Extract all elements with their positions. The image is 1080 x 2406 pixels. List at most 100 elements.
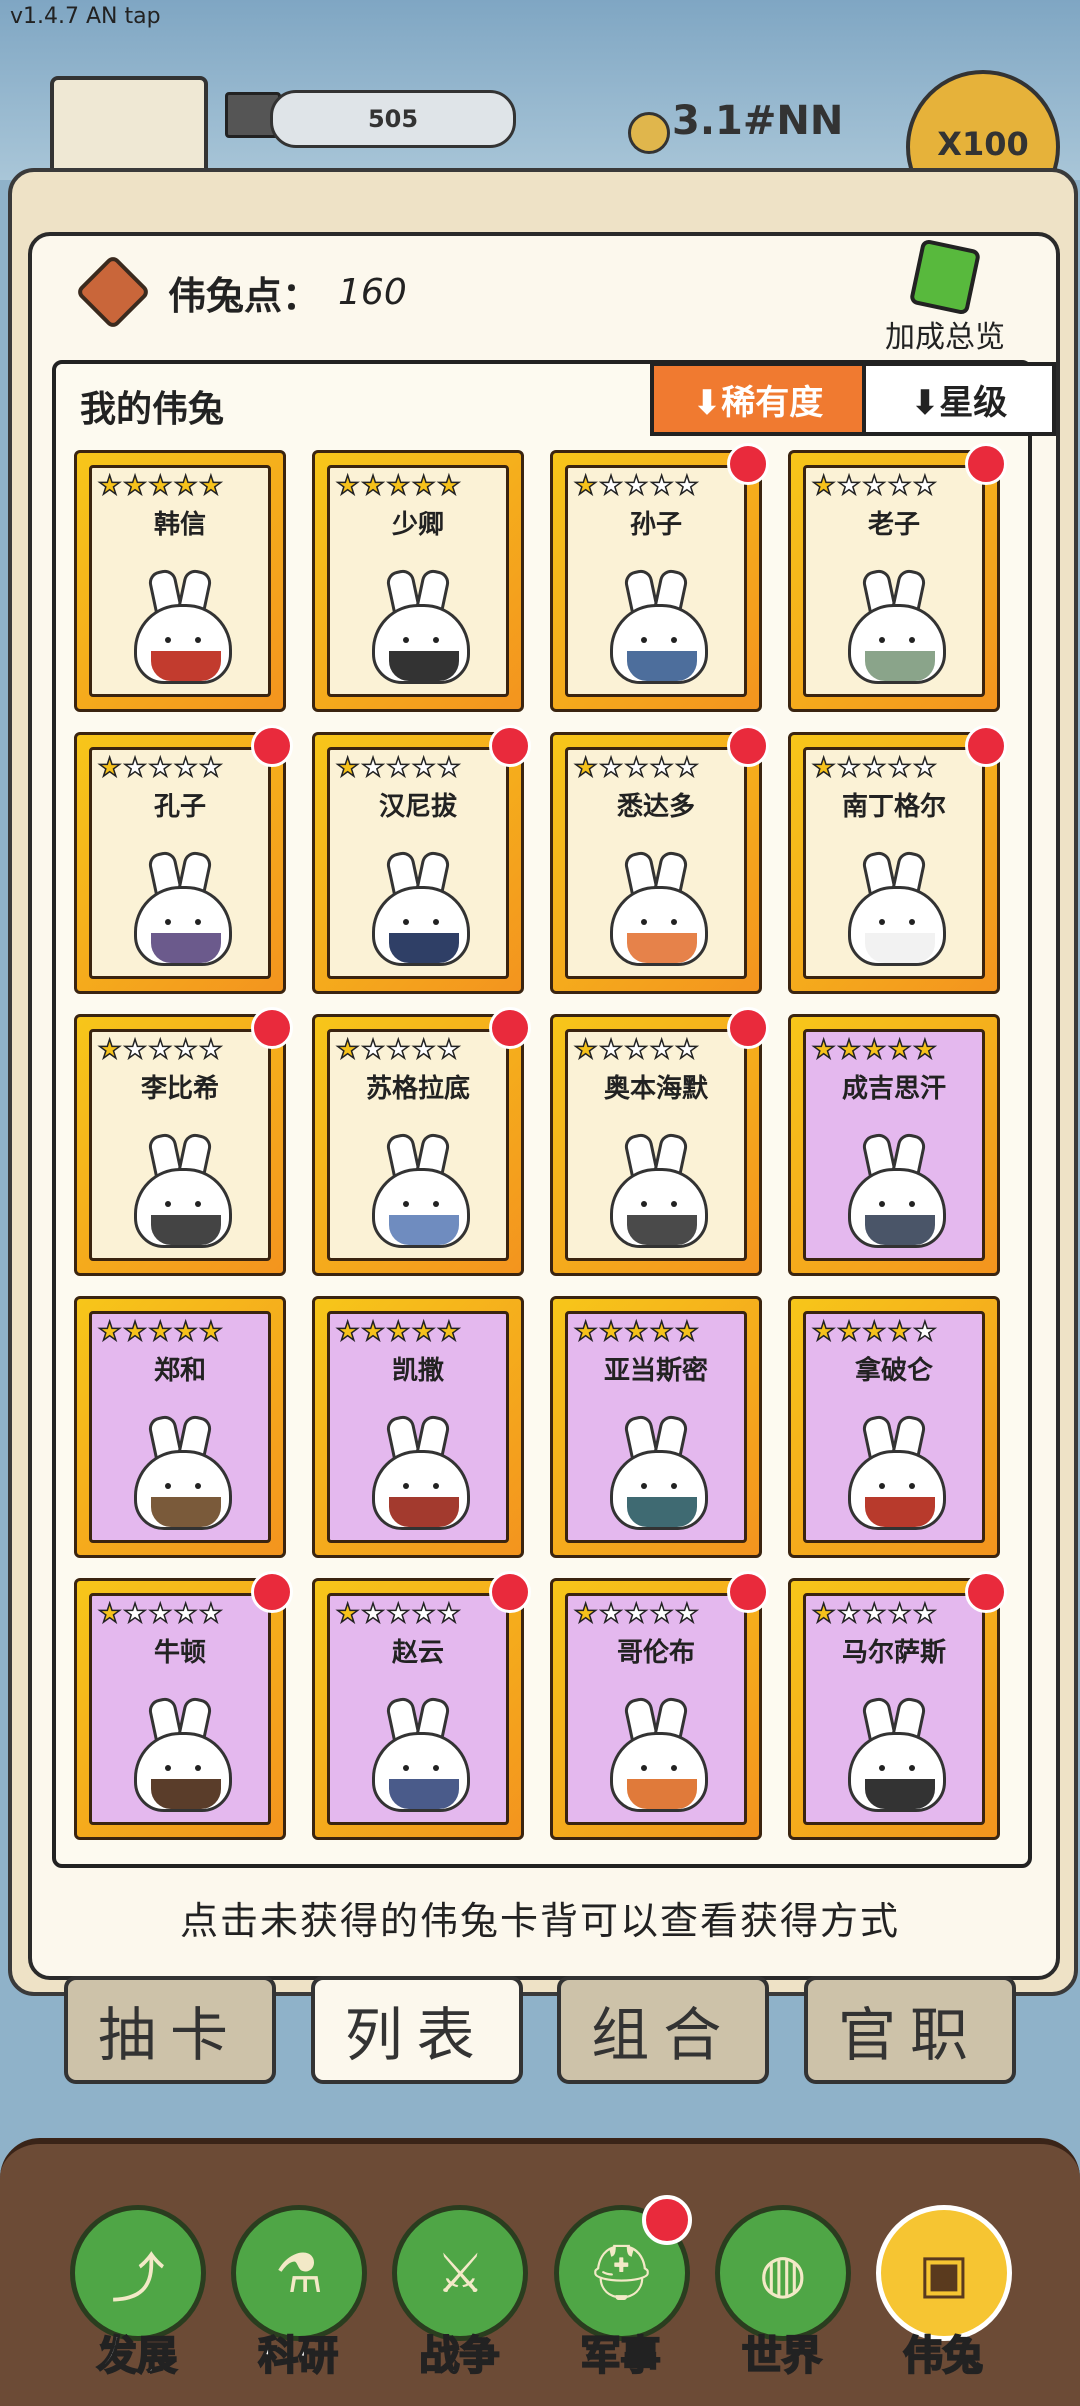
tab-3[interactable]: 官职 — [803, 1976, 1016, 2084]
star-icon: ★ — [411, 1317, 436, 1347]
nav-item-0[interactable]: ⤴ 发展 — [70, 2205, 206, 2381]
bunny-character-illustration — [128, 1131, 232, 1248]
hero-card[interactable]: ★ ★ ★ ★ ★ 老子 — [788, 443, 1007, 712]
hero-card[interactable]: ★ ★ ★ ★ ★ 汉尼拔 — [312, 725, 531, 994]
hero-card[interactable]: ★ ★ ★ ★ ★ 郑和 — [74, 1296, 286, 1558]
card-face: ★ ★ ★ ★ ★ 奥本海默 — [565, 1029, 747, 1261]
notification-dot — [965, 443, 1007, 485]
card-face: ★ ★ ★ ★ ★ 郑和 — [89, 1311, 271, 1543]
card-face: ★ ★ ★ ★ ★ 拿破仑 — [803, 1311, 985, 1543]
star-icon: ★ — [436, 1035, 461, 1065]
hero-card[interactable]: ★ ★ ★ ★ ★ 拿破仑 — [788, 1296, 1000, 1558]
star-icon: ★ — [123, 1599, 148, 1629]
hero-card[interactable]: ★ ★ ★ ★ ★ 哥伦布 — [550, 1571, 769, 1840]
star-icon: ★ — [912, 1035, 937, 1065]
nav-item-5[interactable]: ▣ 伟兔 — [875, 2205, 1012, 2381]
star-icon: ★ — [198, 471, 223, 501]
hero-card[interactable]: ★ ★ ★ ★ ★ 孙子 — [550, 443, 769, 712]
hero-card[interactable]: ★ ★ ★ ★ ★ 李比希 — [74, 1007, 293, 1276]
hero-card[interactable]: ★ ★ ★ ★ ★ 韩信 — [74, 450, 286, 712]
tab-2[interactable]: 组合 — [557, 1976, 770, 2084]
card-face: ★ ★ ★ ★ ★ 赵云 — [327, 1593, 509, 1825]
star-icon: ★ — [198, 1317, 223, 1347]
star-icon: ★ — [386, 1317, 411, 1347]
card-name: 孔子 — [153, 792, 206, 822]
card-name: 悉达多 — [616, 792, 695, 822]
card-face: ★ ★ ★ ★ ★ 凯撒 — [327, 1311, 509, 1543]
bonus-overview-label: 加成总览 — [885, 320, 1005, 355]
star-icon: ★ — [599, 1035, 624, 1065]
bunny-character-illustration — [842, 567, 946, 684]
nav-label: 战争 — [418, 2332, 500, 2380]
star-rating: ★ ★ ★ ★ ★ — [811, 471, 937, 501]
points-label: 伟兔点： — [168, 273, 321, 318]
star-rating: ★ ★ ★ ★ ★ — [811, 753, 937, 783]
star-icon: ★ — [599, 753, 624, 783]
bunny-character-illustration — [128, 1695, 232, 1812]
star-rating: ★ ★ ★ ★ ★ — [573, 471, 699, 501]
star-icon: ★ — [361, 1317, 386, 1347]
star-rating: ★ ★ ★ ★ ★ — [573, 753, 699, 783]
card-face: ★ ★ ★ ★ ★ 马尔萨斯 — [803, 1593, 985, 1825]
star-icon: ★ — [436, 753, 461, 783]
nav-item-2[interactable]: ⚔ 战争 — [392, 2205, 529, 2381]
hero-card[interactable]: ★ ★ ★ ★ ★ 少卿 — [312, 450, 524, 712]
star-icon: ★ — [361, 471, 386, 501]
notification-dot — [727, 1007, 769, 1049]
nav-item-3[interactable]: ⛑ 军事 — [553, 2195, 692, 2381]
star-icon: ★ — [148, 753, 173, 783]
hero-card[interactable]: ★ ★ ★ ★ ★ 凯撒 — [312, 1296, 524, 1558]
notification-dot — [727, 725, 769, 767]
section-title: 我的伟兔 — [80, 389, 225, 430]
hero-card[interactable]: ★ ★ ★ ★ ★ 苏格拉底 — [312, 1007, 531, 1276]
card-name: 马尔萨斯 — [841, 1638, 946, 1668]
card-face: ★ ★ ★ ★ ★ 成吉思汗 — [803, 1029, 985, 1261]
hero-card[interactable]: ★ ★ ★ ★ ★ 孔子 — [74, 725, 293, 994]
bonus-overview-button[interactable]: 加成总览 — [870, 238, 1020, 356]
hero-card[interactable]: ★ ★ ★ ★ ★ 奥本海默 — [550, 1007, 769, 1276]
card-face: ★ ★ ★ ★ ★ 苏格拉底 — [327, 1029, 509, 1261]
star-icon: ★ — [97, 1317, 122, 1347]
star-icon: ★ — [811, 471, 836, 501]
tab-1[interactable]: 列表 — [310, 1976, 523, 2084]
hero-card[interactable]: ★ ★ ★ ★ ★ 南丁格尔 — [788, 725, 1007, 994]
star-icon: ★ — [624, 1599, 649, 1629]
hero-card[interactable]: ★ ★ ★ ★ ★ 亚当斯密 — [550, 1296, 762, 1558]
card-name: 亚当斯密 — [603, 1356, 708, 1386]
bunny-character-illustration — [604, 1131, 708, 1248]
star-rating: ★ ★ ★ ★ ★ — [811, 1317, 937, 1347]
bunny-character-illustration — [366, 1695, 470, 1812]
nav-item-1[interactable]: ⚗ 科研 — [231, 2205, 368, 2381]
star-icon: ★ — [862, 1317, 887, 1347]
card-face: ★ ★ ★ ★ ★ 悉达多 — [565, 747, 747, 979]
star-icon: ★ — [837, 1317, 862, 1347]
star-icon: ★ — [573, 1035, 598, 1065]
star-icon: ★ — [649, 753, 674, 783]
star-icon: ★ — [198, 753, 223, 783]
hero-card[interactable]: ★ ★ ★ ★ ★ 悉达多 — [550, 725, 769, 994]
card-face: ★ ★ ★ ★ ★ 孙子 — [565, 465, 747, 697]
star-icon: ★ — [386, 471, 411, 501]
notification-dot — [489, 1571, 531, 1613]
nav-label: 世界 — [741, 2332, 823, 2380]
sort-star-button[interactable]: ⬇星级 — [866, 362, 1056, 436]
star-rating: ★ ★ ★ ★ ★ — [335, 471, 461, 501]
star-icon: ★ — [148, 1035, 173, 1065]
notification-dot — [641, 2195, 692, 2245]
tab-0[interactable]: 抽卡 — [64, 1976, 276, 2084]
card-name: 赵云 — [391, 1638, 444, 1668]
hero-card[interactable]: ★ ★ ★ ★ ★ 赵云 — [312, 1571, 531, 1840]
notification-dot — [965, 1571, 1007, 1613]
hero-card[interactable]: ★ ★ ★ ★ ★ 成吉思汗 — [788, 1014, 1000, 1276]
card-name: 郑和 — [153, 1356, 206, 1386]
nav-item-4[interactable]: ◍ 世界 — [714, 2205, 851, 2381]
card-face: ★ ★ ★ ★ ★ 牛顿 — [89, 1593, 271, 1825]
hero-card[interactable]: ★ ★ ★ ★ ★ 马尔萨斯 — [788, 1571, 1007, 1840]
star-rating: ★ ★ ★ ★ ★ — [811, 1599, 937, 1629]
notification-dot — [727, 1571, 769, 1613]
hero-card[interactable]: ★ ★ ★ ★ ★ 牛顿 — [74, 1571, 293, 1840]
star-icon: ★ — [173, 471, 198, 501]
sort-rarity-button[interactable]: ⬇稀有度 — [650, 362, 866, 436]
card-face: ★ ★ ★ ★ ★ 李比希 — [89, 1029, 271, 1261]
star-icon: ★ — [624, 471, 649, 501]
